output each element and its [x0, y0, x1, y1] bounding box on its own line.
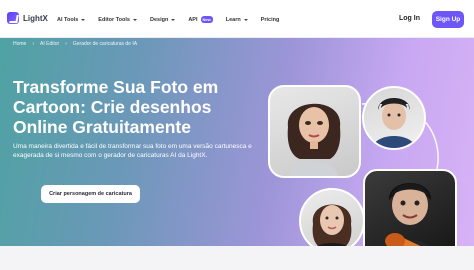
page-bottom-strip [0, 246, 474, 270]
menu-ai-tools[interactable]: AI Tools [57, 16, 86, 23]
menu-design[interactable]: Design [149, 16, 176, 23]
chevron-down-icon [132, 18, 137, 21]
caricature-woman-image [268, 85, 361, 178]
man-portrait-image [362, 86, 426, 150]
new-badge: New [200, 16, 213, 23]
breadcrumb: Home › AI Editor › Gerador de caricatura… [13, 41, 137, 47]
breadcrumb-home[interactable]: Home [13, 41, 26, 47]
logo-text: LightX [23, 13, 48, 23]
chevron-right-icon: › [32, 41, 35, 47]
create-caricature-button[interactable]: Criar personagem de caricatura [41, 185, 140, 203]
chevron-down-icon [243, 18, 248, 21]
login-link[interactable]: Log In [399, 15, 420, 22]
menu-editor-tools[interactable]: Editor Tools [98, 16, 137, 23]
caricature-guitarist-image [363, 169, 457, 246]
chevron-down-icon [81, 18, 86, 21]
menu-ai-tools-label: AI Tools [57, 16, 79, 23]
lightx-logo-icon [7, 12, 19, 24]
menu-learn[interactable]: Learn [226, 16, 248, 23]
menu-api-label: API [188, 16, 198, 23]
logo[interactable]: LightX [7, 12, 48, 24]
hero-description: Uma maneira divertida e fácil de transfo… [13, 143, 252, 159]
menu-learn-label: Learn [225, 16, 241, 23]
menu-editor-tools-label: Editor Tools [98, 16, 130, 23]
menu-pricing-label: Pricing [260, 16, 280, 23]
signup-button[interactable]: Sign Up [432, 11, 464, 28]
woman-portrait-image [299, 188, 365, 246]
main-menu: AI Tools Editor Tools Design API New Lea… [57, 16, 279, 23]
menu-design-label: Design [149, 16, 169, 23]
menu-api[interactable]: API New [188, 16, 213, 23]
hero-section: Home › AI Editor › Gerador de caricatura… [0, 38, 474, 246]
breadcrumb-current: Gerador de caricaturas de IA [72, 41, 138, 47]
menu-pricing[interactable]: Pricing [261, 16, 280, 23]
chevron-right-icon: › [65, 41, 67, 47]
chevron-down-icon [171, 18, 176, 21]
top-navbar: LightX AI Tools Editor Tools Design API … [0, 0, 474, 38]
page-title: Transforme Sua Foto em Cartoon: Crie des… [13, 77, 219, 137]
breadcrumb-ai-editor[interactable]: AI Editor [40, 41, 59, 47]
